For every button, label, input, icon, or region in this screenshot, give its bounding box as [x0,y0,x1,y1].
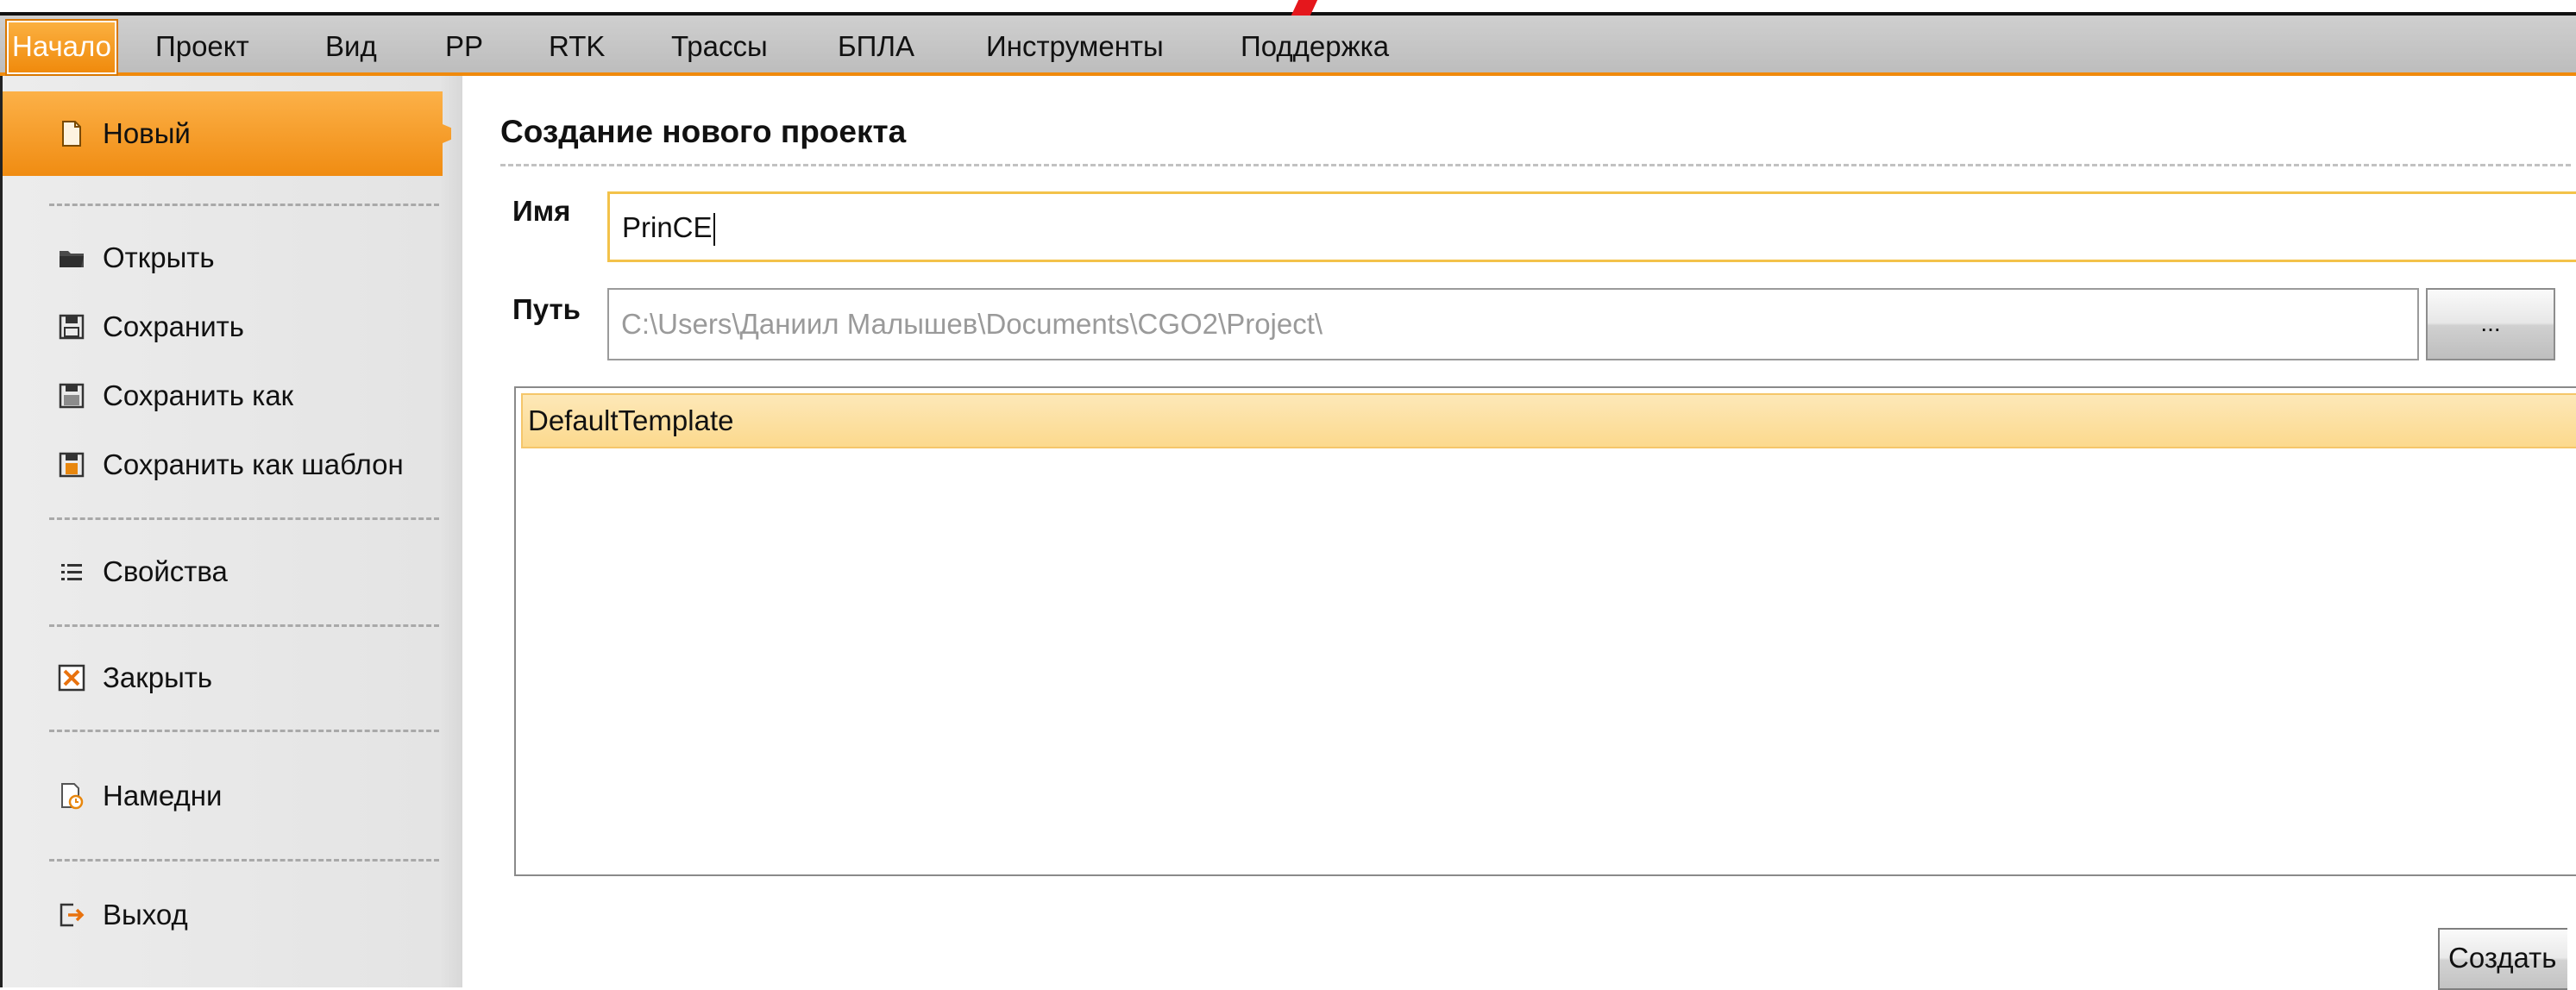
app-window: Начало Проект Вид PP RTK Трассы БПЛА Инс… [0,0,2576,990]
sidebar-separator [49,859,439,862]
browse-button[interactable]: ... [2426,288,2555,360]
menu-item-rtk[interactable]: RTK [543,24,610,69]
text-caret [713,213,715,247]
template-list[interactable]: DefaultTemplate [514,386,2576,876]
open-folder-icon [56,242,87,273]
menu-item-project[interactable]: Проект [150,24,254,69]
menu-item-tracks[interactable]: Трассы [666,24,773,69]
sidebar-item-save-as[interactable]: Сохранить как [56,374,293,417]
new-file-icon [56,118,87,149]
project-path-placeholder: C:\Users\Даниил Малышев\Documents\CGO2\P… [621,308,1323,340]
sidebar-item-new[interactable]: Новый [56,112,191,155]
sidebar-separator [49,517,439,520]
sidebar-item-label: Намедни [103,780,223,811]
sidebar-item-label: Сохранить как шаблон [103,448,404,480]
sidebar-item-label: Открыть [103,241,215,273]
sidebar-item-save-as-template[interactable]: Сохранить как шаблон [56,443,404,486]
list-item[interactable]: DefaultTemplate [521,393,2576,448]
sidebar-item-save[interactable]: Сохранить [56,305,244,348]
sidebar-separator [49,204,439,206]
properties-icon [56,556,87,587]
window-top-edge [0,0,2576,19]
project-name-value: PrinCE [622,211,713,243]
sidebar-separator [49,624,439,627]
sidebar-separator [49,730,439,732]
close-project-icon [56,662,87,693]
sidebar-item-open[interactable]: Открыть [56,236,215,279]
create-button[interactable]: Создать [2438,928,2567,990]
exit-icon [56,899,87,930]
sidebar-item-recent[interactable]: Намедни [56,774,222,818]
sidebar-item-close[interactable]: Закрыть [56,656,212,699]
sidebar-item-exit[interactable]: Выход [56,893,188,937]
save-as-icon [56,380,87,411]
menu-item-support[interactable]: Поддержка [1235,24,1394,69]
save-as-template-icon [56,449,87,480]
page-title: Создание нового проекта [500,114,907,149]
menu-item-uav[interactable]: БПЛА [832,24,920,69]
project-name-input[interactable]: PrinCE [607,191,2576,262]
path-label: Путь [512,293,581,325]
menu-bar: Начало Проект Вид PP RTK Трассы БПЛА Инс… [0,16,2576,76]
new-project-panel: Создание нового проекта Имя PrinCE Путь … [462,76,2576,990]
name-label: Имя [512,195,571,227]
menu-item-view[interactable]: Вид [320,24,382,69]
sidebar-item-properties[interactable]: Свойства [56,550,228,593]
sidebar-item-label: Выход [103,899,188,930]
menu-item-home[interactable]: Начало [5,19,118,76]
title-divider [500,164,2571,166]
project-path-input[interactable]: C:\Users\Даниил Малышев\Documents\CGO2\P… [607,288,2419,360]
sidebar-item-label: Закрыть [103,661,213,693]
recent-icon [56,780,87,811]
save-icon [56,311,87,342]
sidebar-item-label: Сохранить как [103,379,294,411]
sidebar-item-label: Новый [103,117,191,149]
menu-item-tools[interactable]: Инструменты [981,24,1169,69]
backstage-sidebar: Новый Открыть Сохранить Сохранить как Со… [0,76,462,987]
sidebar-item-label: Свойства [103,555,228,587]
menu-item-pp[interactable]: PP [440,24,488,69]
sidebar-item-label: Сохранить [103,310,244,342]
